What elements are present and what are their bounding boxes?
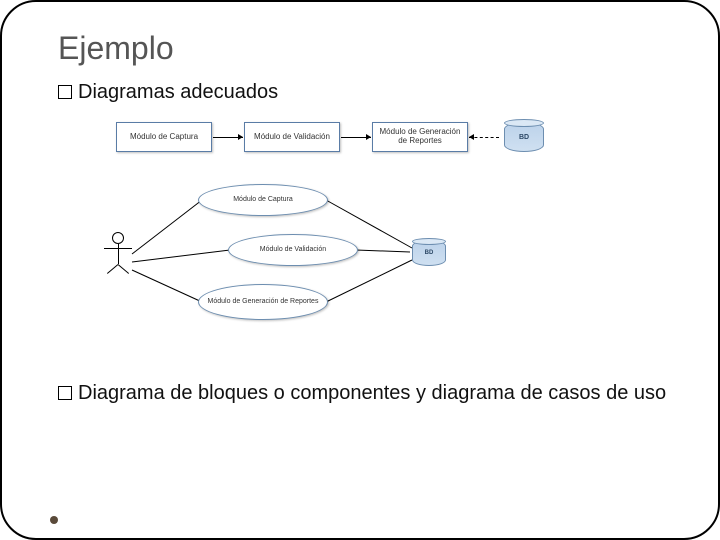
usecase-database-icon: BD xyxy=(412,240,446,266)
usecase-db-label: BD xyxy=(425,250,434,256)
bullet-2-text: Diagrama de bloques o componentes y diag… xyxy=(78,382,666,405)
flow-box-validacion: Módulo de Validación xyxy=(244,122,340,152)
block-diagram: Módulo de Captura Módulo de Validación M… xyxy=(116,122,544,152)
database-icon: BD xyxy=(504,122,544,152)
bullet-box-icon xyxy=(58,386,72,400)
flow-box-captura: Módulo de Captura xyxy=(116,122,212,152)
arrow-left-dashed-icon xyxy=(469,137,499,138)
actor-icon xyxy=(98,232,138,302)
slide-frame: Ejemplo Diagramas adecuados Módulo de Ca… xyxy=(0,0,720,540)
bullet-1: Diagramas adecuados xyxy=(58,81,678,104)
bullet-box-icon xyxy=(58,85,72,99)
slide-title: Ejemplo xyxy=(58,30,678,67)
arrow-right-icon xyxy=(213,137,243,138)
use-case-diagram: Módulo de Captura Módulo de Validación M… xyxy=(98,184,478,354)
usecase-reportes: Módulo de Generación de Reportes xyxy=(198,284,328,320)
diagram-area: Módulo de Captura Módulo de Validación M… xyxy=(58,114,658,374)
decorative-dot-icon xyxy=(50,516,58,524)
db-label: BD xyxy=(519,134,529,141)
flow-box-reportes: Módulo de Generación de Reportes xyxy=(372,122,468,152)
arrow-right-icon xyxy=(341,137,371,138)
bullet-1-text: Diagramas adecuados xyxy=(78,81,278,104)
bullet-2: Diagrama de bloques o componentes y diag… xyxy=(58,382,678,405)
usecase-validacion: Módulo de Validación xyxy=(228,234,358,266)
usecase-captura: Módulo de Captura xyxy=(198,184,328,216)
